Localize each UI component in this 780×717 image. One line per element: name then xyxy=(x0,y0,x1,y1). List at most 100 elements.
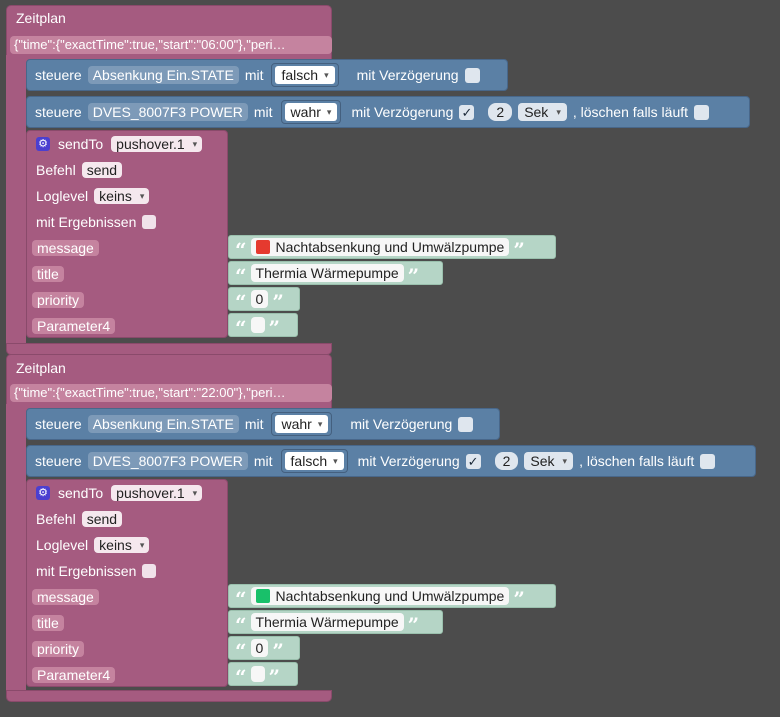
message-text-block[interactable]: “ Nachtabsenkung und Umwälzpumpe ” xyxy=(228,584,556,609)
gear-icon[interactable]: ⚙ xyxy=(36,137,50,151)
value-dropdown[interactable]: falsch ▾ xyxy=(284,452,344,470)
delay-label: mit Verzögerung xyxy=(350,416,453,432)
ergebnis-label: mit Ergebnissen xyxy=(36,214,137,230)
ergebnis-checkbox[interactable] xyxy=(142,215,157,229)
priority-field[interactable]: 0 xyxy=(250,639,269,657)
steuere-label: steuere xyxy=(35,453,82,469)
clear-checkbox[interactable] xyxy=(694,104,710,120)
close-quote-icon: ” xyxy=(268,316,281,340)
dropdown-caret-icon: ▾ xyxy=(326,107,332,117)
mit-label: mit xyxy=(244,416,264,432)
loglevel-row: Loglevel keins ▾ xyxy=(36,188,150,204)
steuere-label: steuere xyxy=(35,67,82,83)
open-quote-icon: “ xyxy=(235,665,247,689)
loglevel-text: keins xyxy=(99,188,132,204)
ergebnis-row: mit Ergebnissen xyxy=(36,214,157,230)
delay-label: mit Verzögerung xyxy=(356,67,459,83)
ergebnis-checkbox[interactable] xyxy=(142,564,157,578)
befehl-field[interactable]: send xyxy=(81,162,123,178)
unit-dropdown[interactable]: Sek ▾ xyxy=(518,103,567,121)
unit-dropdown[interactable]: Sek ▾ xyxy=(524,452,574,470)
parameter4-label: Parameter4 xyxy=(32,318,116,334)
loglevel-text: keins xyxy=(99,537,132,553)
dropdown-caret-icon: ▾ xyxy=(139,539,145,550)
clear-label: , löschen falls läuft xyxy=(572,104,689,120)
control-block-absenkung[interactable]: steuere Absenkung Ein.STATE mit falsch ▾ … xyxy=(26,59,508,91)
instance-dropdown[interactable]: pushover.1 ▾ xyxy=(111,136,203,152)
delay-checkbox[interactable]: ✓ xyxy=(465,453,481,469)
value-dropdown[interactable]: wahr ▾ xyxy=(275,415,329,433)
unit-text: Sek xyxy=(530,453,555,469)
title-text-block[interactable]: “ Thermia Wärmepumpe ” xyxy=(228,610,443,635)
close-quote-icon: ” xyxy=(407,264,420,288)
object-id-field[interactable]: DVES_8007F3 POWER xyxy=(87,452,248,470)
message-label: message xyxy=(32,589,99,605)
open-quote-icon: “ xyxy=(235,264,247,288)
delay-label: mit Verzögerung xyxy=(351,104,454,120)
ergebnis-row: mit Ergebnissen xyxy=(36,563,157,579)
title-field[interactable]: Thermia Wärmepumpe xyxy=(250,264,404,282)
close-quote-icon: ” xyxy=(272,639,284,663)
priority-text-block[interactable]: “ 0 ” xyxy=(228,636,300,663)
befehl-label: Befehl xyxy=(36,162,76,178)
zeitplan-spine-1 xyxy=(6,55,26,347)
value-dropdown[interactable]: wahr ▾ xyxy=(284,103,338,121)
dropdown-caret-icon: ▾ xyxy=(324,70,329,80)
priority-label: priority xyxy=(32,641,85,657)
value-socket: falsch ▾ xyxy=(280,449,348,473)
parameter4-text-block[interactable]: “ ” xyxy=(228,313,298,340)
message-text-block[interactable]: “ Nachtabsenkung und Umwälzpumpe ” xyxy=(228,235,556,262)
title-field[interactable]: Thermia Wärmepumpe xyxy=(250,613,404,631)
loglevel-dropdown[interactable]: keins ▾ xyxy=(94,537,150,553)
schedule-argument[interactable]: {"time":{"exactTime":true,"start":"06:00… xyxy=(10,36,332,54)
control-block-absenkung[interactable]: steuere Absenkung Ein.STATE mit wahr ▾ mi… xyxy=(26,408,500,440)
delay-checkbox[interactable]: ✓ xyxy=(459,104,475,120)
priority-label: priority xyxy=(32,292,85,308)
message-field[interactable]: Nachtabsenkung und Umwälzpumpe xyxy=(250,238,510,256)
value-dropdown[interactable]: falsch ▾ xyxy=(275,66,335,84)
sendto-label: sendTo xyxy=(58,485,104,501)
loglevel-row: Loglevel keins ▾ xyxy=(36,537,150,553)
clear-checkbox[interactable] xyxy=(700,453,716,469)
parameter4-field[interactable] xyxy=(250,666,265,682)
title-text-block[interactable]: “ Thermia Wärmepumpe ” xyxy=(228,261,443,288)
ergebnis-label: mit Ergebnissen xyxy=(36,563,137,579)
dropdown-caret-icon: ▾ xyxy=(192,138,198,149)
message-text: Nachtabsenkung und Umwälzpumpe xyxy=(275,588,505,604)
control-block-dves[interactable]: steuere DVES_8007F3 POWER mit falsch ▾ mi… xyxy=(26,445,756,477)
object-id-field[interactable]: Absenkung Ein.STATE xyxy=(87,415,239,433)
parameter4-text-block[interactable]: “ ” xyxy=(228,662,298,689)
instance-dropdown[interactable]: pushover.1 ▾ xyxy=(111,485,203,501)
mit-label: mit xyxy=(244,67,264,83)
close-quote-icon: ” xyxy=(268,665,281,689)
loglevel-label: Loglevel xyxy=(36,537,89,553)
befehl-field[interactable]: send xyxy=(81,511,123,527)
object-id-field[interactable]: Absenkung Ein.STATE xyxy=(87,66,239,84)
open-quote-icon: “ xyxy=(235,290,247,314)
sendto-label: sendTo xyxy=(58,136,104,152)
schedule-argument[interactable]: {"time":{"exactTime":true,"start":"22:00… xyxy=(10,384,332,402)
message-field[interactable]: Nachtabsenkung und Umwälzpumpe xyxy=(250,587,510,605)
delay-checkbox[interactable] xyxy=(464,67,480,83)
control-block-dves[interactable]: steuere DVES_8007F3 POWER mit wahr ▾ mit … xyxy=(26,96,750,128)
delay-value-field[interactable]: 2 xyxy=(494,452,519,470)
open-quote-icon: “ xyxy=(235,639,247,663)
value-text: wahr xyxy=(290,104,321,120)
zeitplan-title: Zeitplan xyxy=(16,10,66,26)
steuere-label: steuere xyxy=(35,104,82,120)
value-socket: falsch ▾ xyxy=(271,63,339,87)
priority-text-block[interactable]: “ 0 ” xyxy=(228,287,300,314)
gear-icon[interactable]: ⚙ xyxy=(36,486,50,500)
delay-value-field[interactable]: 2 xyxy=(488,103,513,121)
value-text: falsch xyxy=(281,67,319,83)
zeitplan-footer-2 xyxy=(6,690,332,702)
title-label: title xyxy=(32,615,64,631)
befehl-row: Befehl send xyxy=(36,511,123,527)
object-id-field[interactable]: DVES_8007F3 POWER xyxy=(87,103,248,121)
loglevel-dropdown[interactable]: keins ▾ xyxy=(94,188,150,204)
delay-checkbox[interactable] xyxy=(458,416,474,432)
parameter4-field[interactable] xyxy=(250,317,265,333)
priority-field[interactable]: 0 xyxy=(250,290,269,308)
instance-text: pushover.1 xyxy=(116,485,185,501)
open-quote-icon: “ xyxy=(235,238,247,262)
